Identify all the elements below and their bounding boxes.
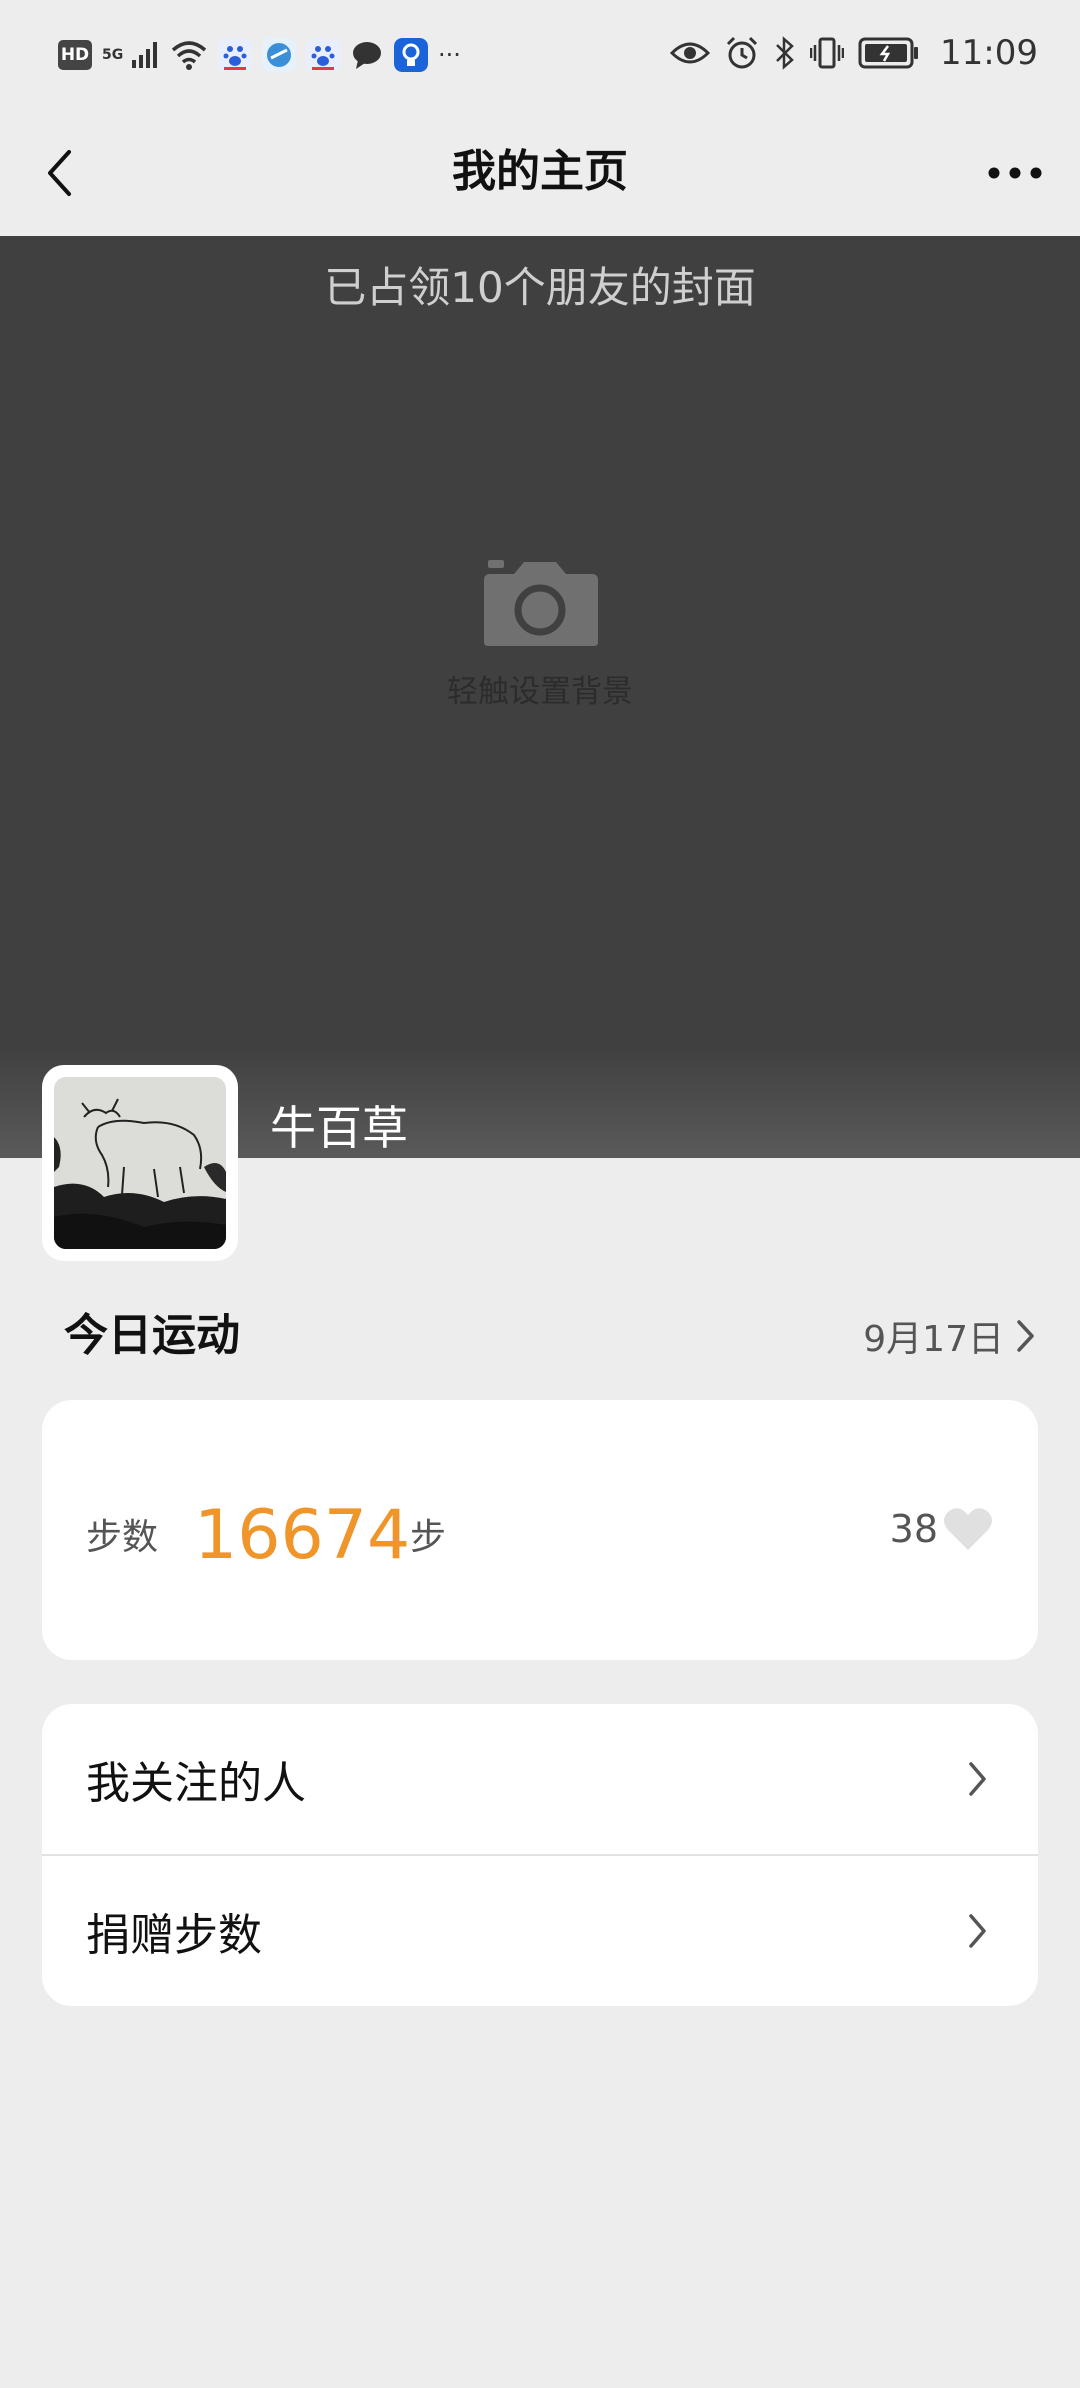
status-bar-left: HD 5G ··· — [58, 34, 461, 76]
avatar-image — [54, 1077, 226, 1249]
cover-set-hint[interactable]: 轻触设置背景 — [0, 666, 1080, 711]
bluetooth-icon — [776, 36, 794, 70]
steps-card[interactable]: 步数 16674 步 38 — [42, 1400, 1038, 1660]
camera-wrap[interactable] — [0, 556, 1080, 652]
chevron-right-icon — [1017, 1320, 1034, 1352]
vibrate-icon — [810, 37, 845, 69]
likes-count: 38 — [889, 1507, 938, 1551]
menu-item-following[interactable]: 我关注的人 — [42, 1704, 1038, 1854]
camera-icon[interactable] — [480, 556, 600, 648]
today-exercise-title: 今日运动 — [64, 1310, 240, 1361]
menu-card: 我关注的人 捐赠步数 — [42, 1704, 1038, 2006]
more-horizontal-icon — [988, 167, 1042, 179]
heart-icon — [944, 1508, 992, 1550]
today-date-link[interactable]: 9月17日 — [863, 1306, 1036, 1366]
menu-item-label: 捐赠步数 — [86, 1910, 262, 1961]
status-time: 11:09 — [940, 33, 1038, 73]
baidu-icon — [218, 38, 252, 72]
baidu-icon — [306, 38, 340, 72]
chevron-right-icon — [958, 1909, 998, 1953]
nav-bar: 我的主页 — [0, 110, 1080, 236]
network-type-label: 5G — [102, 47, 124, 63]
more-dots-icon: ··· — [438, 41, 461, 69]
browser-icon — [262, 38, 296, 72]
user-name: 牛百草 — [270, 1101, 408, 1155]
likes-button[interactable]: 38 — [890, 1506, 994, 1552]
cover-background[interactable]: 已占领10个朋友的封面 轻触设置背景 — [0, 236, 1080, 1158]
cover-caption: 已占领10个朋友的封面 — [324, 263, 756, 312]
bulb-app-icon — [394, 38, 428, 72]
hd-icon: HD — [58, 40, 92, 70]
battery-icon — [858, 37, 919, 69]
chevron-right-icon — [958, 1757, 998, 1801]
status-bar: HD 5G ··· 11:09 — [0, 0, 1080, 110]
alarm-icon — [726, 36, 758, 69]
message-icon — [353, 42, 381, 69]
menu-item-donate-steps[interactable]: 捐赠步数 — [42, 1854, 1038, 2006]
avatar[interactable] — [42, 1065, 238, 1261]
signal-icon — [132, 42, 157, 68]
status-bar-right: 11:09 — [670, 30, 1038, 76]
steps-unit: 步 — [410, 1517, 447, 1558]
eye-icon — [670, 42, 711, 64]
page-title: 我的主页 — [452, 146, 628, 197]
wifi-icon — [171, 41, 207, 70]
today-date-label: 9月17日 — [863, 1319, 1004, 1360]
steps-label: 步数 — [86, 1517, 159, 1558]
more-options-button[interactable] — [980, 143, 1050, 203]
menu-item-label: 我关注的人 — [86, 1758, 306, 1809]
steps-value: 16674 — [194, 1496, 411, 1575]
